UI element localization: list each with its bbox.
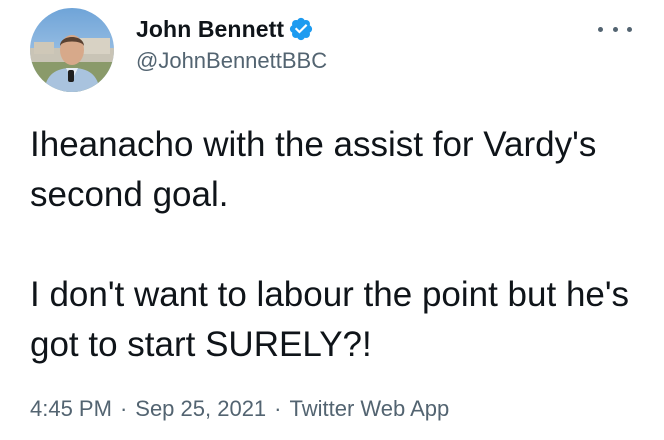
author-name-row[interactable]: John Bennett — [136, 14, 314, 44]
tweet-text: Iheanacho with the assist for Vardy's se… — [30, 120, 640, 370]
tweet-paragraph: Iheanacho with the assist for Vardy's se… — [30, 125, 597, 214]
tweet-metadata: 4:45 PM · Sep 25, 2021 · Twitter Web App — [30, 396, 449, 422]
meta-separator: · — [274, 396, 282, 421]
user-handle[interactable]: @JohnBennettBBC — [136, 48, 327, 74]
verified-badge-icon — [290, 17, 313, 41]
tweet-date[interactable]: Sep 25, 2021 — [135, 396, 266, 421]
tweet-paragraph: I don't want to labour the point but he'… — [30, 275, 630, 364]
meta-separator: · — [119, 396, 128, 421]
avatar[interactable] — [30, 8, 114, 92]
more-dot — [612, 26, 618, 32]
tweet-source: Twitter Web App — [289, 396, 450, 421]
more-dot — [598, 26, 603, 32]
display-name[interactable]: John Bennett — [136, 16, 284, 43]
more-dot — [627, 26, 632, 32]
more-options-icon[interactable] — [598, 22, 632, 36]
tweet-card: John Bennett @JohnBennettBBC Iheanacho w… — [0, 0, 664, 440]
avatar-photo — [30, 8, 114, 92]
tweet-time[interactable]: 4:45 PM — [30, 396, 112, 421]
